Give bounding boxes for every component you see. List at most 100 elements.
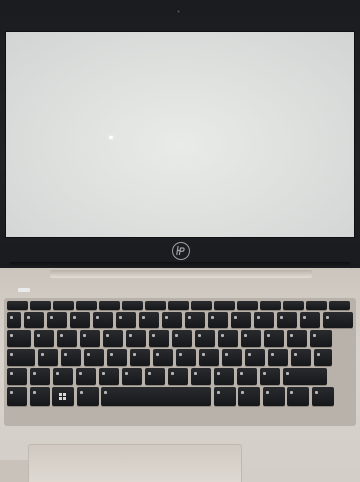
key-legend-mark	[325, 316, 329, 319]
keyboard-key	[144, 368, 165, 385]
keyboard-key	[306, 301, 327, 310]
keyboard-key	[259, 368, 280, 385]
hinge-cover	[50, 270, 312, 278]
keyboard-key	[214, 301, 235, 310]
keyboard-key	[60, 349, 81, 366]
keyboard-key	[76, 387, 99, 406]
windows-logo-glyph	[59, 393, 66, 400]
keyboard-key	[311, 387, 334, 406]
key-legend-mark	[10, 334, 13, 337]
key-legend-mark	[10, 353, 13, 356]
keyboard-key	[287, 387, 309, 406]
keyboard-key	[46, 312, 67, 328]
keyboard-key	[240, 330, 261, 347]
keyboard-key	[33, 330, 54, 347]
keyboard-key	[79, 330, 100, 347]
keyboard-key	[322, 312, 353, 328]
keyboard-key	[286, 330, 307, 347]
keyboard-key	[253, 312, 274, 328]
keyboard-key	[76, 301, 97, 310]
keyboard-key	[262, 387, 285, 406]
keyboard-key	[145, 301, 166, 310]
keyboard-key	[217, 330, 238, 347]
key-legend-mark	[266, 334, 270, 337]
key-legend-mark	[210, 316, 214, 319]
key-legend-mark	[289, 334, 293, 337]
keyboard-key	[152, 349, 173, 366]
keyboard-key	[161, 312, 182, 328]
keyboard-key	[276, 312, 297, 328]
key-legend-mark	[118, 316, 122, 319]
key-legend-mark	[79, 391, 83, 394]
key-legend-mark	[220, 334, 224, 337]
key-legend-mark	[302, 316, 306, 319]
key-legend-mark	[316, 353, 320, 356]
keyboard-key	[171, 330, 192, 347]
keyboard-key	[282, 368, 327, 385]
key-legend-mark	[187, 316, 191, 319]
screen-glare	[109, 136, 113, 139]
windows-key-icon	[52, 387, 74, 406]
keyboard-key	[7, 368, 27, 385]
keyboard-key	[148, 330, 169, 347]
key-legend-mark	[178, 353, 182, 356]
keyboard-key	[167, 368, 188, 385]
key-legend-mark	[86, 353, 90, 356]
key-legend-mark	[36, 334, 40, 337]
keyboard-key	[99, 301, 120, 310]
key-legend-mark	[265, 391, 269, 394]
key-legend-mark	[55, 372, 59, 375]
key-legend-mark	[101, 372, 105, 375]
key-legend-mark	[285, 372, 289, 375]
keyboard-key	[213, 368, 234, 385]
key-legend-mark	[132, 353, 136, 356]
keyboard-key	[52, 368, 73, 385]
key-legend-mark	[216, 372, 220, 375]
key-legend-mark	[247, 353, 251, 356]
keyboard-key	[83, 349, 104, 366]
keyboard-key	[207, 312, 228, 328]
laptop-lid	[0, 0, 360, 270]
key-legend-mark	[262, 372, 266, 375]
desk-surface	[0, 460, 28, 482]
keyboard-key	[75, 368, 96, 385]
keyboard-key	[121, 368, 142, 385]
keyboard-key	[115, 312, 136, 328]
keyboard-key	[198, 349, 219, 366]
key-legend-mark	[124, 372, 128, 375]
key-legend-mark	[233, 316, 237, 319]
keyboard-key	[175, 349, 196, 366]
key-legend-mark	[164, 316, 168, 319]
key-legend-mark	[314, 391, 318, 394]
key-legend-mark	[141, 316, 145, 319]
keyboard-key	[102, 330, 123, 347]
keyboard-key	[125, 330, 146, 347]
keyboard-key	[7, 349, 35, 366]
keyboard-key	[329, 301, 350, 310]
keyboard-key	[194, 330, 215, 347]
laptop-photo	[0, 0, 360, 482]
keyboard-key	[37, 349, 58, 366]
key-legend-mark	[151, 334, 155, 337]
key-legend-mark	[170, 372, 174, 375]
keyboard-key	[237, 301, 258, 310]
keyboard-key	[221, 349, 242, 366]
keyboard-key	[98, 368, 119, 385]
keyboard-key	[309, 330, 332, 347]
key-legend-mark	[224, 353, 228, 356]
laptop-screen	[6, 32, 354, 237]
key-legend-mark	[104, 391, 107, 394]
key-legend-mark	[197, 334, 201, 337]
key-legend-mark	[10, 316, 13, 319]
keyboard-key	[106, 349, 127, 366]
key-legend-mark	[290, 391, 293, 394]
keyboard-key	[244, 349, 265, 366]
key-legend-mark	[26, 316, 30, 319]
keyboard-key	[263, 330, 284, 347]
key-legend-mark	[59, 334, 63, 337]
keyboard-key	[190, 368, 211, 385]
keyboard	[4, 298, 356, 426]
keyboard-key	[138, 312, 159, 328]
keyboard-key	[101, 387, 211, 406]
keyboard-key	[7, 330, 31, 347]
